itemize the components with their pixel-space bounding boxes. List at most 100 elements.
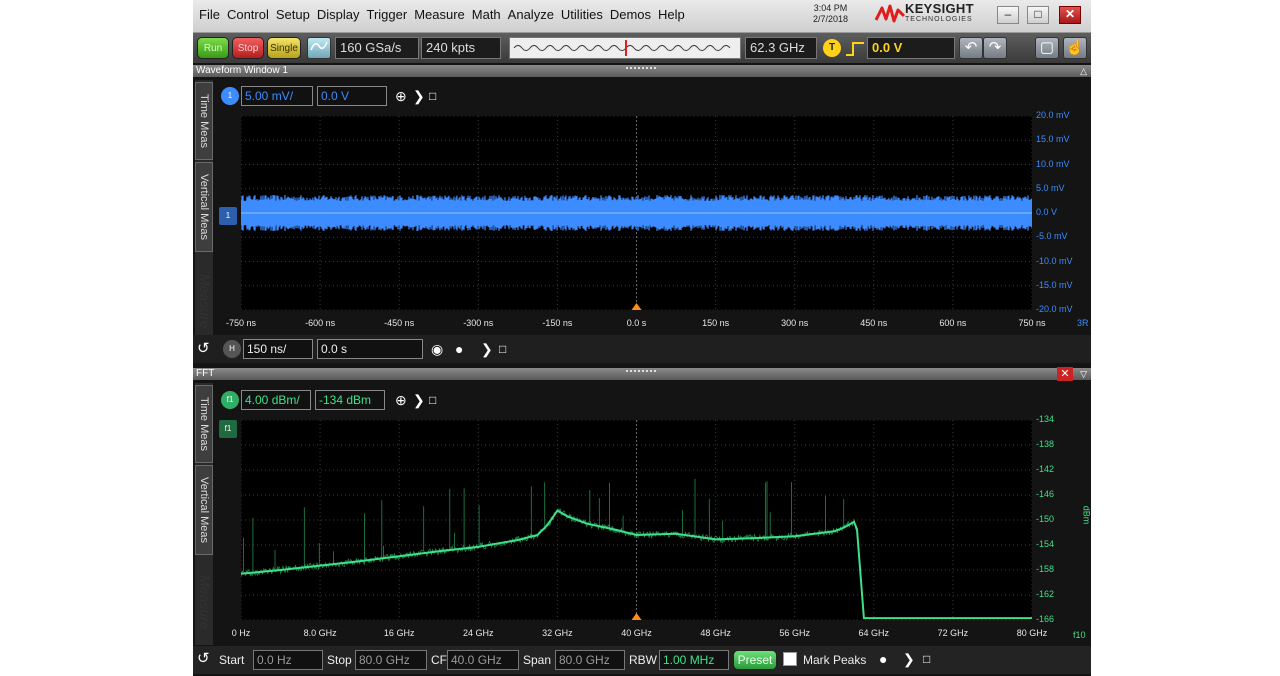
fft-expand-arrow-icon[interactable]: ❯: [413, 391, 425, 409]
mark-peaks-checkbox[interactable]: [783, 652, 797, 666]
fft-x-tick: 16 GHz: [383, 628, 415, 638]
touch-icon[interactable]: ☝: [1063, 37, 1087, 59]
pin-icon[interactable]: □: [429, 87, 436, 105]
autoscale-icon[interactable]: [307, 37, 331, 59]
vertical-offset-field[interactable]: 0.0 V: [317, 86, 387, 106]
waveform-x-tick: -450 ns: [384, 318, 415, 328]
menu-file[interactable]: File: [199, 7, 220, 22]
fft-settings-bar: ↺ Start 0.0 Hz Stop 80.0 GHz CF 40.0 GHz…: [193, 646, 1091, 674]
tab-measure[interactable]: Measure: [195, 256, 213, 346]
redo-icon[interactable]: ↷: [983, 37, 1007, 59]
vertical-scale-field[interactable]: 5.00 mV/: [241, 86, 313, 106]
channel-controls: 1 5.00 mV/ 0.0 V ⊕ ❯ □: [215, 82, 455, 110]
stop-field[interactable]: 80.0 GHz: [355, 650, 427, 670]
bandwidth-field[interactable]: 62.3 GHz: [745, 37, 817, 59]
menu-help[interactable]: Help: [658, 7, 685, 22]
trigger-level-field[interactable]: 0.0 V: [867, 37, 955, 59]
fft-scale-field[interactable]: 4.00 dBm/: [241, 390, 311, 410]
fft-function-badge[interactable]: f1: [221, 391, 239, 409]
fft-offset-field[interactable]: -134 dBm: [315, 390, 385, 410]
close-button[interactable]: ✕: [1059, 6, 1081, 24]
preset-button[interactable]: Preset: [733, 650, 777, 670]
expand-arrow-icon[interactable]: ❯: [413, 87, 425, 105]
peaks-knob-icon[interactable]: ●: [879, 650, 887, 668]
sample-rate-field[interactable]: 160 GSa/s: [335, 37, 419, 59]
center-frequency-label: CF: [431, 653, 447, 667]
menu-demos[interactable]: Demos: [610, 7, 651, 22]
waveform-x-tick: -150 ns: [542, 318, 573, 328]
minimize-button[interactable]: –: [997, 6, 1019, 24]
start-field[interactable]: 0.0 Hz: [253, 650, 323, 670]
stop-button[interactable]: Stop: [232, 37, 264, 59]
collapse-icon[interactable]: △: [1080, 65, 1087, 77]
timebase-scale-field[interactable]: 150 ns/: [243, 339, 313, 359]
maximize-button[interactable]: □: [1027, 6, 1049, 24]
fft-add-measurement-icon[interactable]: ⊕: [395, 391, 407, 409]
stop-label: Stop: [327, 653, 352, 667]
center-frequency-field[interactable]: 40.0 GHz: [447, 650, 519, 670]
mark-peaks-label: Mark Peaks: [803, 653, 867, 667]
waveform-plot[interactable]: [240, 115, 1033, 311]
resize-grip[interactable]: [626, 67, 656, 71]
fft-y-tick: -158: [1036, 564, 1055, 574]
fft-pin-icon[interactable]: □: [429, 391, 436, 409]
fft-x-tick: 80 GHz: [1016, 628, 1048, 638]
trigger-position-marker: [631, 303, 642, 310]
waveform-edge-label: 3R: [1077, 318, 1089, 328]
timebase-position-field[interactable]: 0.0 s: [317, 339, 423, 359]
menu-control[interactable]: Control: [227, 7, 269, 22]
fft-resize-grip[interactable]: [626, 370, 656, 374]
menu-utilities[interactable]: Utilities: [561, 7, 603, 22]
fft-scroll-icon[interactable]: ↺: [197, 650, 210, 668]
timebase-expand-icon[interactable]: ❯: [481, 340, 493, 358]
waveform-y-tick: -10.0 mV: [1036, 255, 1073, 266]
waveform-side-tabs: Time Meas Vertical Meas Measure: [195, 80, 213, 360]
menu: File Control Setup Display Trigger Measu…: [199, 7, 685, 22]
rbw-field[interactable]: 1.00 MHz: [659, 650, 729, 670]
minimize-panel-icon[interactable]: ▢: [1035, 37, 1059, 59]
tab-time-meas[interactable]: Time Meas: [195, 82, 213, 160]
close-fft-icon[interactable]: ✕: [1057, 367, 1073, 381]
bar-pin-icon[interactable]: □: [923, 650, 930, 668]
fft-collapse-icon[interactable]: ▽: [1080, 368, 1087, 380]
menu-display[interactable]: Display: [317, 7, 360, 22]
fft-x-tick: 8.0 GHz: [303, 628, 337, 638]
trigger-badge[interactable]: T: [823, 39, 841, 57]
waveform-y-tick: 10.0 mV: [1036, 158, 1070, 169]
fft-marker[interactable]: f1: [219, 420, 237, 438]
marker-knob-icon[interactable]: ●: [455, 340, 463, 358]
fft-tab-time-meas[interactable]: Time Meas: [195, 385, 213, 463]
toolbar: Run Stop Single 160 GSa/s 240 kpts 62.3 …: [193, 33, 1091, 63]
zoom-icon[interactable]: ◉: [431, 340, 443, 358]
bar-expand-icon[interactable]: ❯: [903, 650, 915, 668]
menu-setup[interactable]: Setup: [276, 7, 310, 22]
memory-depth-field[interactable]: 240 kpts: [421, 37, 501, 59]
waveform-y-tick: 15.0 mV: [1036, 134, 1070, 145]
acquisition-overview[interactable]: [509, 37, 741, 59]
waveform-x-tick: -300 ns: [463, 318, 494, 328]
channel-marker[interactable]: 1: [219, 207, 237, 225]
brand-name: KEYSIGHT: [905, 1, 974, 16]
menu-analyze[interactable]: Analyze: [508, 7, 554, 22]
add-measurement-icon[interactable]: ⊕: [395, 87, 407, 105]
waveform-grid: [240, 115, 1033, 311]
single-button[interactable]: Single: [267, 37, 301, 59]
brand-logo: KEYSIGHT TECHNOLOGIES: [875, 2, 974, 26]
scroll-left-icon[interactable]: ↺: [197, 340, 210, 358]
fft-tab-vertical-meas[interactable]: Vertical Meas: [195, 465, 213, 555]
menu-math[interactable]: Math: [472, 7, 501, 22]
run-button[interactable]: Run: [197, 37, 229, 59]
timebase-badge[interactable]: H: [223, 340, 241, 358]
fft-x-tick: 40 GHz: [621, 628, 652, 638]
timebase-controls: ↺ H 150 ns/ 0.0 s ◉ ● ❯ □: [193, 335, 1091, 363]
menu-trigger[interactable]: Trigger: [366, 7, 407, 22]
rising-edge-icon[interactable]: [845, 40, 865, 58]
span-field[interactable]: 80.0 GHz: [555, 650, 625, 670]
channel-badge[interactable]: 1: [221, 87, 239, 105]
fft-plot[interactable]: [240, 419, 1033, 621]
menu-measure[interactable]: Measure: [414, 7, 465, 22]
tab-vertical-meas[interactable]: Vertical Meas: [195, 162, 213, 252]
undo-icon[interactable]: ↶: [959, 37, 983, 59]
fft-tab-measure[interactable]: Measure: [195, 559, 213, 645]
timebase-pin-icon[interactable]: □: [499, 340, 506, 358]
